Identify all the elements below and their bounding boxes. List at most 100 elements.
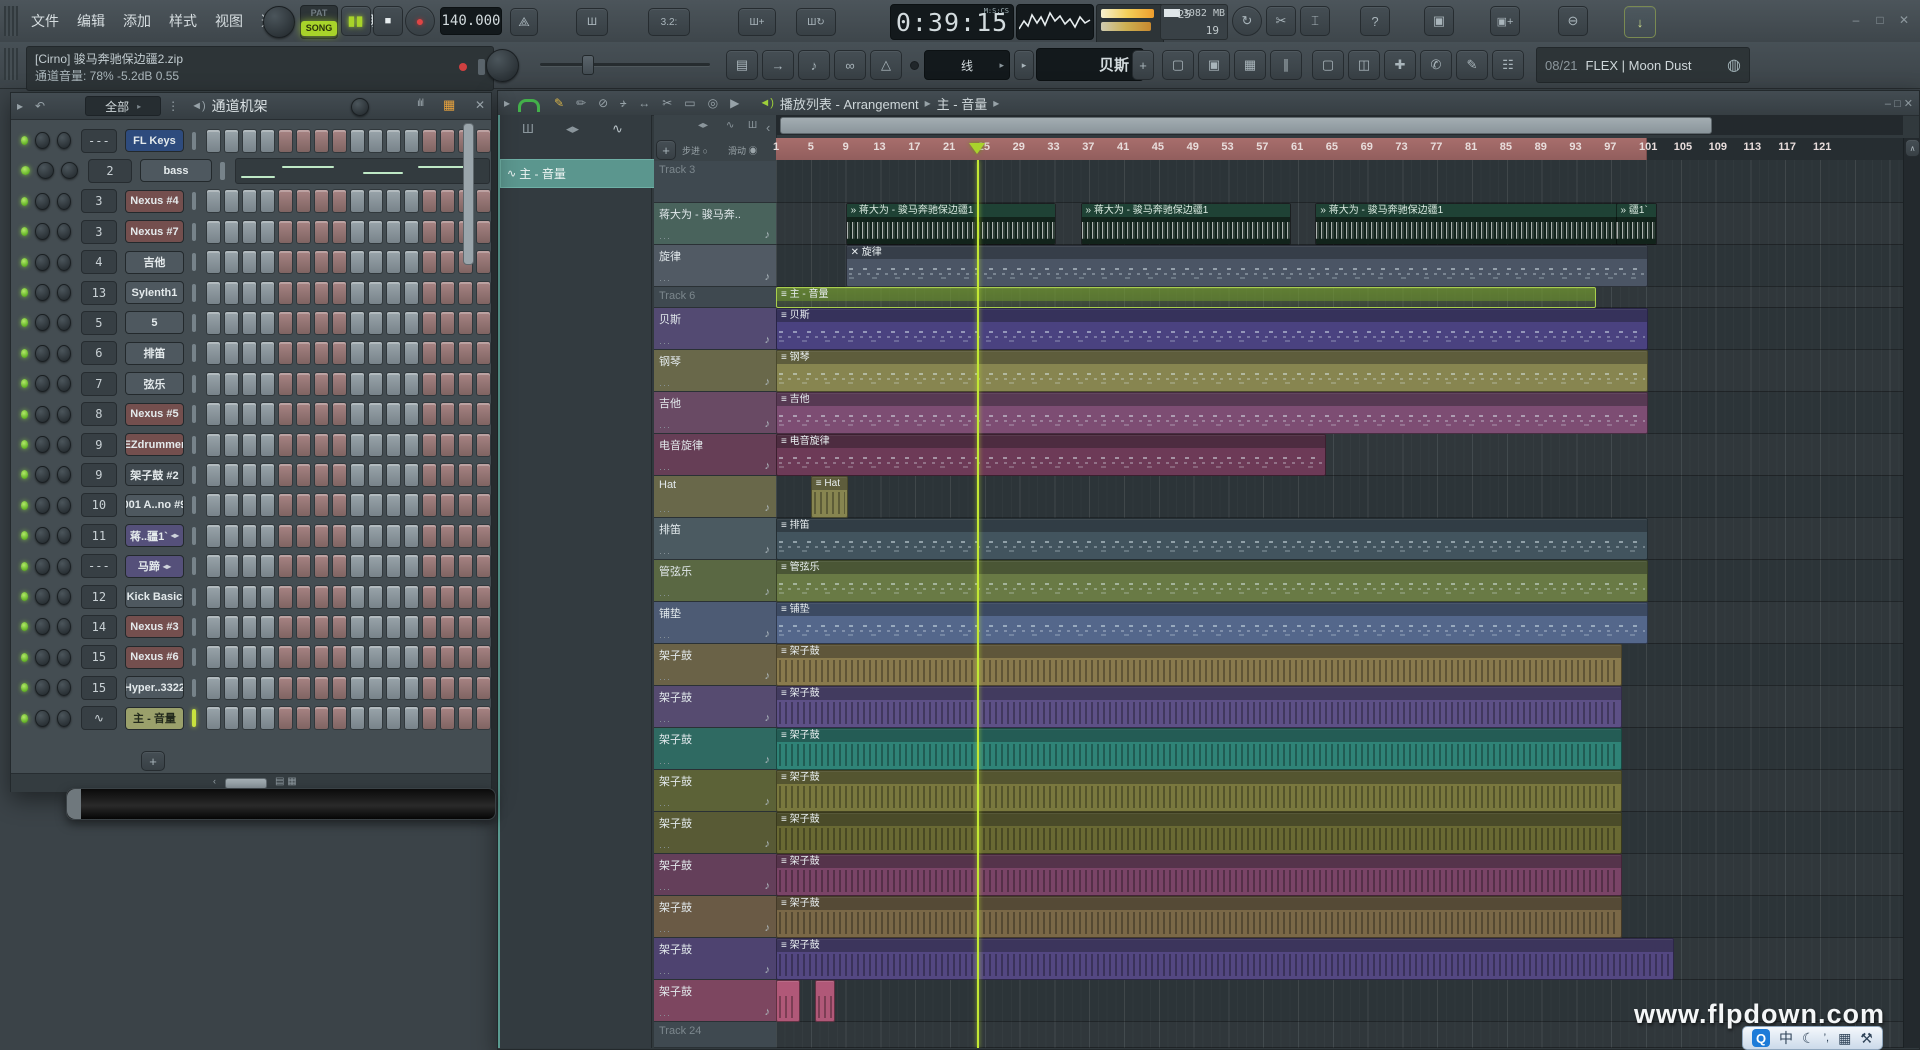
channel-button[interactable]: 架子鼓 #2 — [125, 463, 184, 486]
step-cell[interactable] — [278, 129, 293, 153]
step-cell[interactable] — [260, 189, 275, 213]
step-cell[interactable] — [260, 220, 275, 244]
step-cell[interactable] — [206, 433, 221, 457]
metronome-icon[interactable]: ⟁ — [510, 8, 538, 36]
channel-volume-knob[interactable] — [57, 588, 71, 605]
step-cell[interactable] — [458, 615, 473, 639]
channel-enable-led[interactable] — [21, 622, 28, 631]
step-cell[interactable] — [278, 341, 293, 365]
track-options-dots[interactable]: ··· — [659, 506, 671, 516]
rack-filter-selector[interactable]: 全部 ▸ — [85, 96, 161, 116]
step-cell[interactable] — [368, 645, 383, 669]
split-view-icon[interactable]: ∥ — [1270, 50, 1302, 80]
step-cell[interactable] — [260, 433, 275, 457]
channel-enable-led[interactable] — [21, 440, 28, 449]
channel-volume-knob[interactable] — [57, 375, 71, 392]
step-cell[interactable] — [296, 676, 311, 700]
channel-volume-knob[interactable] — [57, 314, 71, 331]
step-cell[interactable] — [260, 311, 275, 335]
track-name[interactable]: 架子鼓♪ ··· — [654, 854, 776, 896]
step-cell[interactable] — [386, 402, 401, 426]
track-options-dots[interactable]: ··· — [659, 884, 671, 894]
channel-volume-knob[interactable] — [57, 710, 71, 727]
step-edit-icon[interactable]: → — [762, 50, 794, 80]
pattern-clip[interactable] — [776, 980, 800, 1022]
step-cell[interactable] — [386, 311, 401, 335]
step-cell[interactable] — [386, 554, 401, 578]
step-cell[interactable] — [260, 554, 275, 578]
step-cell[interactable] — [296, 129, 311, 153]
step-cell[interactable] — [476, 311, 491, 335]
step-cell[interactable] — [224, 250, 239, 274]
channel-pan-knob[interactable] — [35, 497, 49, 514]
channel-track-number[interactable]: 10 — [81, 493, 117, 517]
audio-clip[interactable]: » 蒋大为 - 骏马奔驰保边疆1 — [846, 203, 1057, 245]
step-cell[interactable] — [224, 524, 239, 548]
detached-plugins-icon[interactable]: ▣ — [1198, 50, 1230, 80]
channel-button[interactable]: FL Keys — [125, 129, 184, 152]
track-name[interactable]: Hat♪ ··· — [654, 476, 776, 518]
channel-button[interactable]: Kick Basic — [125, 585, 184, 608]
playlist-hscrollbar[interactable] — [776, 115, 1903, 135]
channel-mini-meter[interactable] — [192, 192, 196, 210]
delete-tool-icon[interactable]: ⊘ — [598, 96, 608, 110]
pattern-nav-button[interactable]: ▸ — [1014, 50, 1034, 80]
pattern-clip[interactable]: ≡ 架子鼓 — [776, 728, 1622, 770]
step-cell[interactable] — [404, 433, 419, 457]
step-cell[interactable] — [476, 341, 491, 365]
track-name[interactable]: 钢琴♪ ··· — [654, 350, 776, 392]
step-cell[interactable] — [224, 706, 239, 730]
channel-track-number[interactable]: --- — [81, 554, 117, 578]
rack-hscroll-left-icon[interactable]: ‹ — [213, 776, 216, 786]
step-cell[interactable] — [242, 645, 257, 669]
channel-button[interactable]: Nexus #6 — [125, 646, 184, 669]
step-cell[interactable] — [278, 645, 293, 669]
step-cell[interactable] — [242, 189, 257, 213]
channel-mini-meter[interactable] — [192, 557, 196, 575]
track-name[interactable]: 贝斯♪ ··· — [654, 308, 776, 350]
step-cell[interactable] — [404, 645, 419, 669]
step-cell[interactable] — [350, 220, 365, 244]
step-cell[interactable] — [242, 706, 257, 730]
channel-pan-knob[interactable] — [35, 223, 49, 240]
step-cell[interactable] — [296, 615, 311, 639]
draw-tool-icon[interactable]: ✎ — [554, 96, 564, 110]
step-cell[interactable] — [476, 706, 491, 730]
channel-rack-titlebar[interactable]: ▸ ↶ 全部 ▸ ⋮ ◄) 通道机架 ılıl ▦ ✕ — [11, 93, 491, 120]
step-cell[interactable] — [206, 402, 221, 426]
channel-button[interactable]: 5 — [125, 311, 184, 334]
step-cell[interactable] — [404, 676, 419, 700]
step-cell[interactable] — [296, 585, 311, 609]
channel-enable-led[interactable] — [21, 562, 28, 571]
step-cell[interactable] — [296, 524, 311, 548]
channel-volume-knob[interactable] — [57, 649, 71, 666]
tab-audio-icon[interactable]: ◂▸ — [566, 121, 579, 137]
step-cell[interactable] — [422, 706, 437, 730]
ime-toolbar[interactable]: Q 中 ☾ ’, ▦ ⚒ — [1742, 1026, 1883, 1050]
step-cell[interactable] — [368, 706, 383, 730]
step-cell[interactable] — [404, 311, 419, 335]
playback-tool-icon[interactable]: ▶ — [730, 96, 739, 110]
step-cell[interactable] — [260, 402, 275, 426]
blend-notes-icon[interactable]: Ш↻ — [796, 8, 836, 36]
step-cell[interactable] — [332, 250, 347, 274]
slide-toggle[interactable]: 滑动 ◉ — [728, 144, 758, 157]
channel-pan-knob[interactable] — [35, 436, 49, 453]
step-cell[interactable] — [242, 372, 257, 396]
channel-enable-led[interactable] — [21, 136, 28, 145]
step-cell[interactable] — [368, 585, 383, 609]
step-cell[interactable] — [242, 493, 257, 517]
step-cell[interactable] — [332, 615, 347, 639]
step-cell[interactable] — [404, 250, 419, 274]
step-cell[interactable] — [404, 341, 419, 365]
step-cell[interactable] — [314, 585, 329, 609]
new-file-icon[interactable]: ▢ — [1312, 50, 1344, 80]
step-cell[interactable] — [332, 433, 347, 457]
step-cell[interactable] — [224, 433, 239, 457]
channel-mini-meter[interactable] — [220, 162, 225, 180]
step-cell[interactable] — [422, 129, 437, 153]
channel-mini-meter[interactable] — [192, 436, 196, 454]
step-cell[interactable] — [386, 281, 401, 305]
step-cell[interactable] — [296, 402, 311, 426]
step-cell[interactable] — [350, 585, 365, 609]
